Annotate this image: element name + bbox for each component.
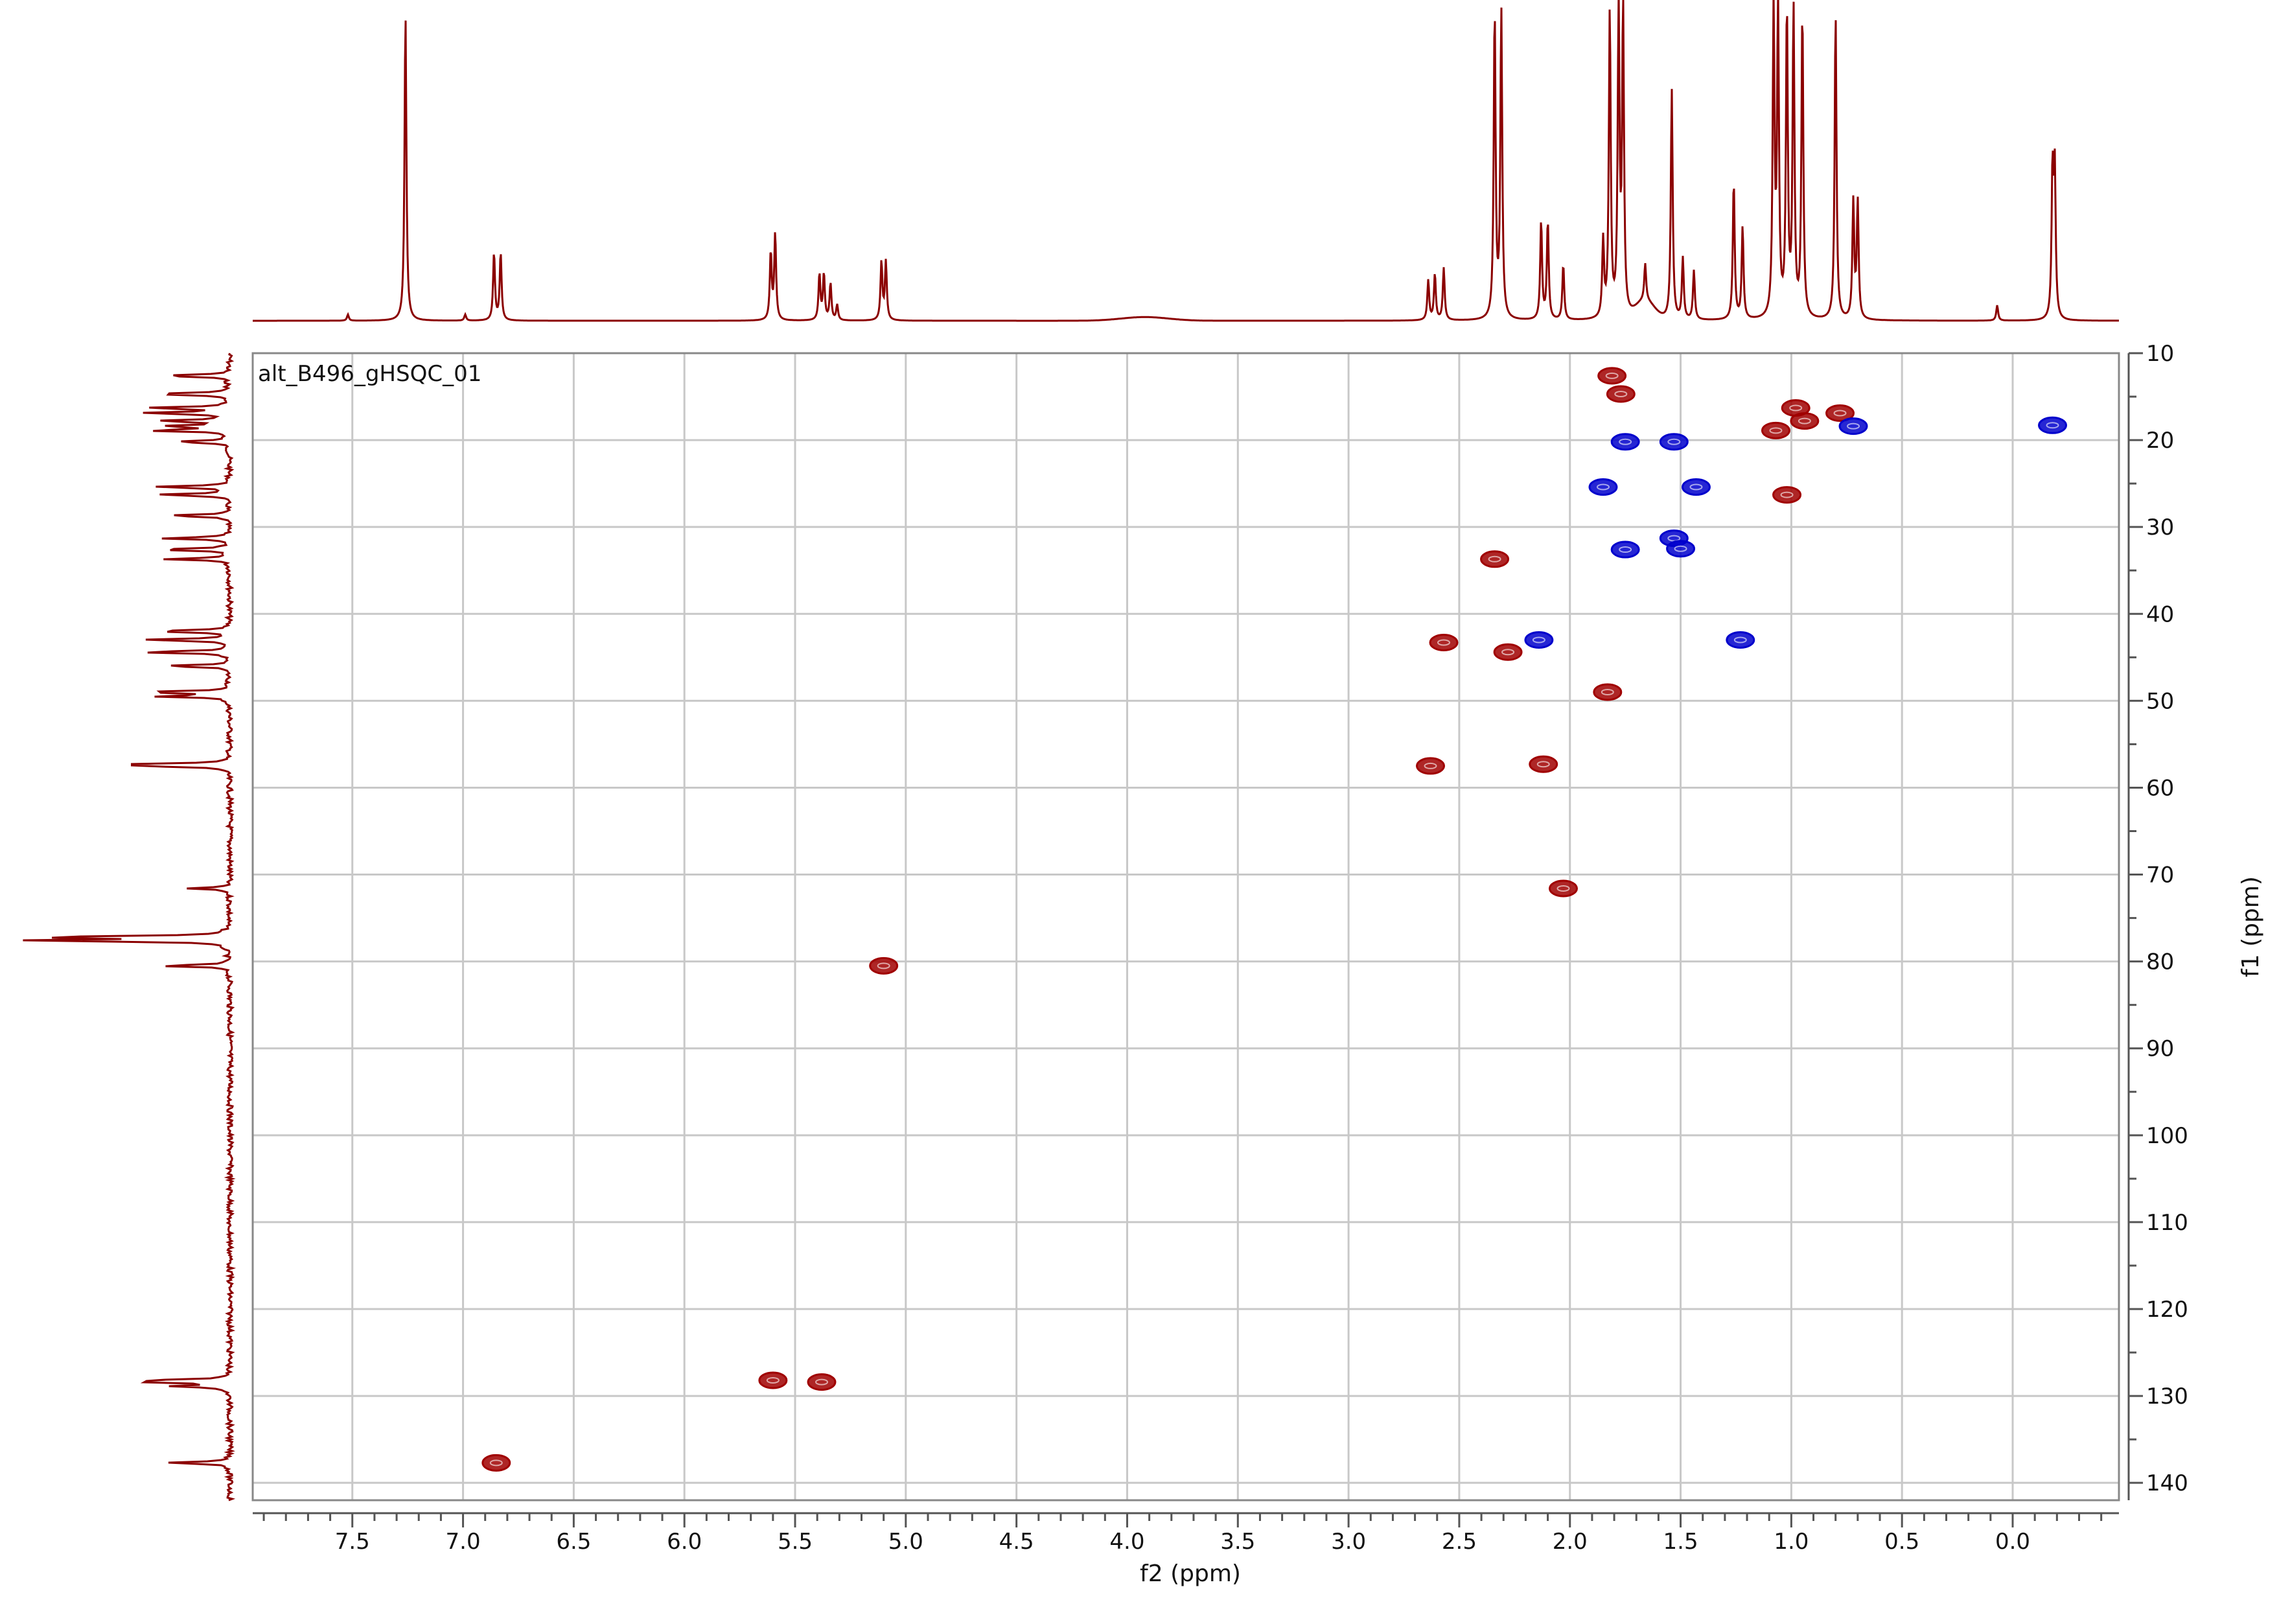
y-tick-label: 140 (2146, 1470, 2188, 1496)
x-tick-label: 3.5 (1220, 1529, 1255, 1555)
cross-peak-positive-12 (1529, 755, 1558, 773)
x-tick-label: 0.5 (1884, 1529, 1919, 1555)
y-tick-label: 70 (2146, 863, 2174, 888)
x-tick-label: 6.0 (667, 1529, 702, 1555)
cross-peaks (481, 367, 2068, 1472)
x-tick-label: 5.5 (778, 1529, 813, 1555)
cross-peak-negative-9 (1524, 631, 1554, 649)
x-tick-label: 4.0 (1109, 1529, 1144, 1555)
cross-peak-positive-13 (1548, 879, 1578, 898)
cross-peak-positive-4 (1790, 412, 1820, 430)
cross-peak-negative-7 (1666, 540, 1696, 558)
cross-peak-negative-0 (2038, 416, 2068, 434)
grid-lines (253, 352, 2119, 1500)
x-axis: 7.5 7.0 6.5 6.0 5.5 5.0 4.5 4.0 3.5 3.0 2.5 2.0 1.5 1… (253, 1512, 2119, 1555)
f1-projection-trace (23, 353, 237, 1502)
cross-peak-positive-11 (1416, 757, 1446, 775)
x-tick-label: 2.5 (1442, 1529, 1477, 1555)
y-tick-label: 100 (2146, 1123, 2188, 1149)
y-tick-label: 130 (2146, 1384, 2188, 1409)
y-tick-label: 30 (2146, 515, 2174, 540)
x-tick-label: 6.5 (556, 1529, 591, 1555)
cross-peak-negative-5 (1681, 478, 1711, 496)
hsqc-chart: 7.5 7.0 6.5 6.0 5.5 5.0 4.5 4.0 3.5 3.0 2.5 2.0 1.5 1… (0, 0, 2279, 1621)
cross-peak-positive-6 (1772, 486, 1802, 504)
cross-peak-positive-15 (758, 1371, 788, 1389)
cross-peak-positive-17 (481, 1454, 511, 1472)
cross-peak-negative-3 (1659, 433, 1689, 451)
y-axis-label: f1 (ppm) (2238, 876, 2264, 977)
cross-peak-positive-7 (1480, 550, 1510, 568)
f1-projection-spectrum (23, 353, 237, 1502)
y-tick-label: 60 (2146, 775, 2174, 801)
x-tick-label: 2.0 (1553, 1529, 1588, 1555)
experiment-label: alt_B496_gHSQC_01 (258, 361, 481, 387)
cross-peak-negative-10 (1726, 631, 1755, 649)
f2-projection-spectrum (253, 0, 2119, 322)
y-axis: 10 20 30 40 50 60 70 80 90 100 110 120 130 140 (2127, 341, 2188, 1500)
plot-frame (251, 352, 2120, 1502)
x-axis-label: f2 (ppm) (1140, 1560, 1241, 1587)
cross-peak-positive-0 (1597, 367, 1627, 385)
y-tick-label: 10 (2146, 341, 2174, 367)
cross-peak-negative-4 (1588, 478, 1618, 496)
cross-peak-negative-8 (1610, 540, 1640, 559)
y-tick-label: 50 (2146, 688, 2174, 714)
f2-projection-trace (253, 0, 2119, 322)
x-tick-label: 7.5 (335, 1529, 370, 1555)
cross-peak-positive-9 (1493, 643, 1523, 661)
x-tick-label: 0.0 (1995, 1529, 2030, 1555)
x-tick-label: 1.5 (1663, 1529, 1698, 1555)
cross-peak-negative-1 (1838, 417, 1868, 435)
x-tick-label: 1.0 (1774, 1529, 1809, 1555)
x-tick-label: 5.0 (888, 1529, 923, 1555)
y-tick-label: 120 (2146, 1297, 2188, 1323)
y-tick-label: 110 (2146, 1210, 2188, 1236)
cross-peak-positive-10 (1593, 683, 1623, 701)
hsqc-chart-svg: 7.5 7.0 6.5 6.0 5.5 5.0 4.5 4.0 3.5 3.0 2.5 2.0 1.5 1… (23, 0, 2264, 1587)
cross-peak-positive-14 (869, 957, 899, 975)
x-tick-label: 7.0 (446, 1529, 481, 1555)
y-tick-label: 20 (2146, 428, 2174, 454)
y-tick-label: 40 (2146, 601, 2174, 627)
cross-peak-negative-2 (1610, 433, 1640, 451)
x-tick-label: 4.5 (999, 1529, 1034, 1555)
cross-peak-positive-5 (1761, 421, 1790, 439)
y-tick-label: 80 (2146, 949, 2174, 975)
cross-peak-positive-16 (807, 1373, 837, 1391)
cross-peak-positive-8 (1429, 634, 1459, 652)
y-tick-label: 90 (2146, 1036, 2174, 1062)
x-tick-label: 3.0 (1331, 1529, 1366, 1555)
cross-peak-positive-1 (1606, 385, 1636, 403)
